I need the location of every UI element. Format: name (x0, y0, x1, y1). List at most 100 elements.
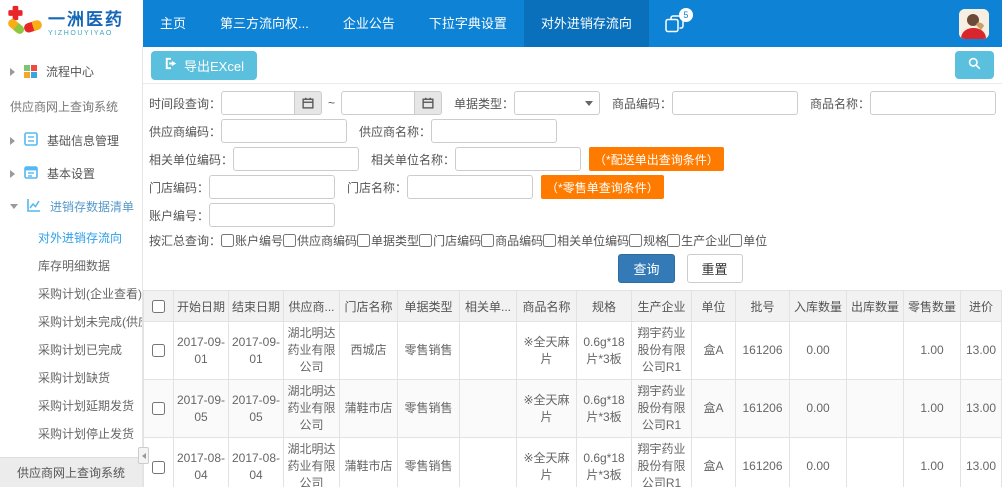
date-from-calendar-button[interactable] (295, 91, 322, 115)
column-header: 供应商... (284, 291, 340, 322)
summary-option[interactable]: 单位 (729, 232, 767, 249)
export-excel-button[interactable]: 导出EXcel (151, 51, 257, 80)
summary-option[interactable]: 生产企业 (667, 232, 729, 249)
account-input[interactable] (209, 203, 335, 227)
summary-query-row: 按汇总查询： 账户编号 供应商编码 单据类型 门店编码 商品编码 (149, 232, 996, 249)
column-header: 规格 (577, 291, 632, 322)
cell-manufacturer: 翔宇药业股份有限公司R1 (632, 438, 692, 487)
top-bar: 一洲医药 YIZHOUYIYAO 主页 第三方流向权... 企业公告 下拉字典设… (0, 0, 1002, 47)
sidebar-sub-item[interactable]: 对外进销存流向 (0, 223, 142, 251)
date-to-calendar-button[interactable] (415, 91, 442, 115)
user-avatar[interactable] (959, 9, 989, 39)
summary-checkbox[interactable] (283, 234, 296, 247)
account-label: 账户编号： (149, 207, 209, 224)
chevron-down-icon (585, 101, 593, 106)
search-toggle-button[interactable] (955, 51, 994, 79)
sidebar-sub-item[interactable]: 采购计划已完成 (0, 335, 142, 363)
sidebar-group-label: 基本设置 (47, 165, 95, 182)
summary-option-label: 门店编码 (433, 232, 481, 249)
cell-retail-qty: 1.00 (904, 322, 961, 380)
summary-option[interactable]: 相关单位编码 (543, 232, 629, 249)
sidebar-collapse-handle[interactable] (138, 447, 149, 464)
row-checkbox[interactable] (152, 402, 165, 415)
summary-checkbox[interactable] (481, 234, 494, 247)
cell-inbound-qty: 0.00 (790, 380, 847, 438)
summary-checkbox[interactable] (419, 234, 432, 247)
cell-product-name: ※全天麻片 (517, 322, 577, 380)
related-unit-code-input[interactable] (233, 147, 359, 171)
cell-outbound-qty (847, 438, 904, 487)
sidebar-item-process-center[interactable]: 流程中心 (0, 55, 142, 88)
sidebar-sub-item[interactable]: 采购计划缺货 (0, 363, 142, 391)
date-to-input[interactable] (341, 91, 415, 115)
column-header: 商品名称 (517, 291, 577, 322)
sidebar-sub-item[interactable]: 采购计划(企业查看) (0, 279, 142, 307)
nav-item[interactable]: 第三方流向权... (203, 0, 326, 47)
filter-row-4: 门店编码： 门店名称： （*零售单查询条件） (149, 175, 996, 199)
summary-checkbox[interactable] (629, 234, 642, 247)
time-range-label: 时间段查询： (149, 95, 221, 112)
nav-item[interactable]: 下拉字典设置 (412, 0, 524, 47)
summary-option[interactable]: 门店编码 (419, 232, 481, 249)
summary-option-label: 供应商编码 (297, 232, 357, 249)
sidebar-footer-tab[interactable]: 供应商网上查询系统 (0, 457, 142, 487)
nav-item[interactable]: 对外进销存流向 (524, 0, 649, 47)
store-name-input[interactable] (407, 175, 533, 199)
filter-panel: 时间段查询： ~ 单据类型： (143, 84, 1002, 290)
related-unit-name-input[interactable] (455, 147, 581, 171)
summary-checkbox[interactable] (357, 234, 370, 247)
sidebar-sub-item[interactable]: 采购计划延期发货 (0, 391, 142, 419)
table-row: 2017-09-05 2017-09-05 湖北明达药业有限公司 蒲鞋市店 零售… (144, 380, 1002, 438)
summary-option[interactable]: 账户编号 (221, 232, 283, 249)
sidebar: 流程中心 供应商网上查询系统 基础信息管理 基本设置 (0, 47, 143, 487)
column-header: 单位 (692, 291, 736, 322)
row-select-cell (144, 380, 174, 438)
sidebar-sub-item[interactable]: 采购计划停止发货 (0, 419, 142, 447)
date-from-input[interactable] (221, 91, 295, 115)
summary-checkbox[interactable] (221, 234, 234, 247)
row-checkbox[interactable] (152, 461, 165, 474)
cell-product-name: ※全天麻片 (517, 380, 577, 438)
product-code-input[interactable] (672, 91, 798, 115)
filter-row-2: 供应商编码： 供应商名称： (149, 119, 996, 143)
doc-type-label: 单据类型： (454, 95, 514, 112)
product-name-input[interactable] (870, 91, 996, 115)
reset-button[interactable]: 重置 (687, 254, 743, 283)
cell-unit: 盒A (692, 438, 736, 487)
summary-checkbox[interactable] (543, 234, 556, 247)
summary-option[interactable]: 商品编码 (481, 232, 543, 249)
doc-type-select[interactable] (514, 91, 600, 115)
cell-batch-no: 161206 (736, 322, 790, 380)
calendar-icon (302, 97, 314, 109)
sidebar-item-label: 流程中心 (46, 63, 94, 80)
sidebar-sub-item[interactable]: 采购计划未完成(供应... (0, 307, 142, 335)
cell-spec: 0.6g*18片*3板 (577, 380, 632, 438)
supplier-code-input[interactable] (221, 119, 347, 143)
export-icon (164, 57, 178, 73)
sidebar-sub-item[interactable]: 库存明细数据 (0, 251, 142, 279)
delivery-query-hint-badge: （*配送单出查询条件） (589, 147, 724, 171)
supplier-name-input[interactable] (431, 119, 557, 143)
summary-checkbox[interactable] (667, 234, 680, 247)
sidebar-group-label: 基础信息管理 (47, 132, 119, 149)
sidebar-group-inventory-data[interactable]: 进销存数据清单 (0, 190, 142, 223)
summary-checkbox[interactable] (729, 234, 742, 247)
select-all-cell (144, 291, 174, 322)
query-button[interactable]: 查询 (618, 254, 674, 283)
summary-option-label: 相关单位编码 (557, 232, 629, 249)
table-row: 2017-08-04 2017-08-04 湖北明达药业有限公司 蒲鞋市店 零售… (144, 438, 1002, 487)
store-code-input[interactable] (209, 175, 335, 199)
select-all-checkbox[interactable] (152, 300, 165, 313)
sidebar-group-basic-info[interactable]: 基础信息管理 (0, 124, 142, 157)
summary-option[interactable]: 供应商编码 (283, 232, 357, 249)
store-code-label: 门店编码： (149, 179, 209, 196)
summary-option[interactable]: 单据类型 (357, 232, 419, 249)
cell-inbound-qty: 0.00 (790, 438, 847, 487)
nav-item[interactable]: 主页 (143, 0, 203, 47)
cell-supplier: 湖北明达药业有限公司 (284, 380, 340, 438)
summary-option[interactable]: 规格 (629, 232, 667, 249)
sidebar-group-basic-settings[interactable]: 基本设置 (0, 157, 142, 190)
open-tabs-icon[interactable]: 5 (665, 15, 685, 33)
nav-item[interactable]: 企业公告 (326, 0, 412, 47)
row-checkbox[interactable] (152, 344, 165, 357)
